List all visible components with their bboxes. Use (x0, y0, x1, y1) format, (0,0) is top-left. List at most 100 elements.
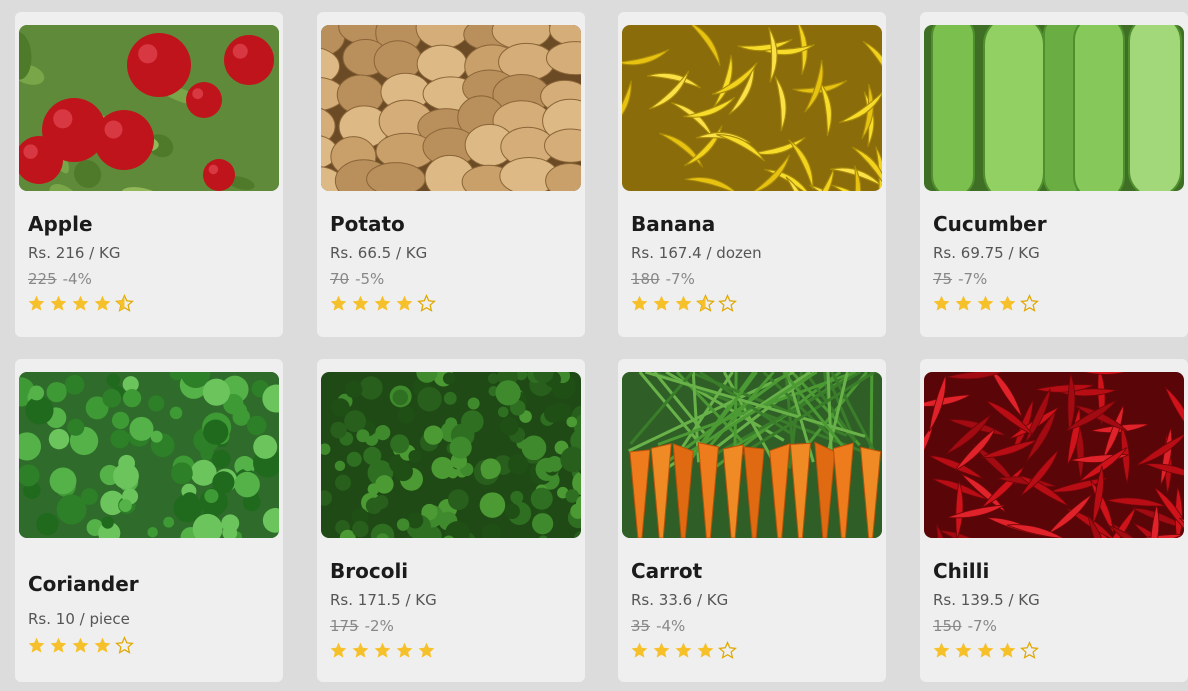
star-full-icon (373, 641, 392, 664)
star-rating (630, 294, 737, 317)
discount-percent: -4% (62, 270, 92, 288)
original-price: 35 (631, 617, 651, 635)
star-full-icon (71, 636, 90, 659)
product-price: Rs. 66.5 / KG (330, 244, 428, 262)
star-full-icon (351, 641, 370, 664)
star-full-icon (49, 636, 68, 659)
star-full-icon (71, 294, 90, 317)
product-card-brocoli[interactable]: Brocoli Rs. 171.5 / KG 175 -2% (317, 359, 585, 682)
original-price: 180 (631, 270, 660, 288)
discount-percent: -7% (958, 270, 988, 288)
star-rating (27, 294, 134, 317)
carrot-image[interactable] (622, 372, 882, 538)
original-price-row: 70 -5% (330, 270, 384, 288)
star-full-icon (954, 294, 973, 317)
original-price: 70 (330, 270, 350, 288)
star-full-icon (998, 641, 1017, 664)
star-full-icon (417, 641, 436, 664)
star-rating (329, 641, 436, 664)
discount-percent: -7% (665, 270, 695, 288)
star-full-icon (329, 294, 348, 317)
star-rating (630, 641, 737, 664)
star-full-icon (395, 294, 414, 317)
discount-percent: -4% (656, 617, 686, 635)
star-full-icon (27, 636, 46, 659)
original-price-row: 35 -4% (631, 617, 685, 635)
product-price: Rs. 69.75 / KG (933, 244, 1040, 262)
cucumber-image[interactable] (924, 25, 1184, 191)
product-card-carrot[interactable]: Carrot Rs. 33.6 / KG 35 -4% (618, 359, 886, 682)
star-full-icon (696, 641, 715, 664)
star-full-icon (674, 294, 693, 317)
coriander-image[interactable] (19, 372, 279, 538)
star-full-icon (93, 294, 112, 317)
product-price: Rs. 167.4 / dozen (631, 244, 762, 262)
original-price: 225 (28, 270, 57, 288)
star-full-icon (998, 294, 1017, 317)
star-empty-icon (1020, 294, 1039, 317)
star-full-icon (932, 294, 951, 317)
product-card-potato[interactable]: Potato Rs. 66.5 / KG 70 -5% (317, 12, 585, 337)
product-name[interactable]: Banana (631, 212, 715, 236)
star-full-icon (652, 641, 671, 664)
star-full-icon (674, 641, 693, 664)
star-empty-icon (115, 636, 134, 659)
product-name[interactable]: Chilli (933, 559, 989, 583)
star-half-icon (115, 294, 134, 317)
star-full-icon (395, 641, 414, 664)
star-full-icon (630, 641, 649, 664)
product-name[interactable]: Apple (28, 212, 93, 236)
star-full-icon (976, 294, 995, 317)
potato-image[interactable] (321, 25, 581, 191)
star-full-icon (652, 294, 671, 317)
original-price-row: 75 -7% (933, 270, 987, 288)
star-full-icon (93, 636, 112, 659)
product-name[interactable]: Potato (330, 212, 405, 236)
product-grid: Apple Rs. 216 / KG 225 -4% Potato Rs. 66.… (0, 0, 1188, 691)
product-price: Rs. 10 / piece (28, 610, 130, 628)
product-price: Rs. 33.6 / KG (631, 591, 729, 609)
star-rating (932, 294, 1039, 317)
star-rating (329, 294, 436, 317)
discount-percent: -2% (364, 617, 394, 635)
star-rating (932, 641, 1039, 664)
product-card-cucumber[interactable]: Cucumber Rs. 69.75 / KG 75 -7% (920, 12, 1188, 337)
product-price: Rs. 171.5 / KG (330, 591, 437, 609)
product-price: Rs. 216 / KG (28, 244, 121, 262)
banana-image[interactable] (622, 25, 882, 191)
star-empty-icon (1020, 641, 1039, 664)
star-full-icon (329, 641, 348, 664)
star-full-icon (954, 641, 973, 664)
original-price: 175 (330, 617, 359, 635)
star-full-icon (49, 294, 68, 317)
product-card-coriander[interactable]: Coriander Rs. 10 / piece (15, 359, 283, 682)
product-card-banana[interactable]: Banana Rs. 167.4 / dozen 180 -7% (618, 12, 886, 337)
star-full-icon (351, 294, 370, 317)
star-empty-icon (718, 294, 737, 317)
star-full-icon (976, 641, 995, 664)
original-price: 75 (933, 270, 953, 288)
product-price: Rs. 139.5 / KG (933, 591, 1040, 609)
original-price: 150 (933, 617, 962, 635)
discount-percent: -5% (355, 270, 385, 288)
original-price-row: 150 -7% (933, 617, 997, 635)
apple-image[interactable] (19, 25, 279, 191)
product-card-chilli[interactable]: Chilli Rs. 139.5 / KG 150 -7% (920, 359, 1188, 682)
discount-percent: -7% (967, 617, 997, 635)
star-full-icon (27, 294, 46, 317)
broccoli-image[interactable] (321, 372, 581, 538)
original-price-row: 175 -2% (330, 617, 394, 635)
product-card-apple[interactable]: Apple Rs. 216 / KG 225 -4% (15, 12, 283, 337)
star-full-icon (932, 641, 951, 664)
product-name[interactable]: Brocoli (330, 559, 408, 583)
product-name[interactable]: Coriander (28, 572, 139, 596)
star-empty-icon (417, 294, 436, 317)
original-price-row: 180 -7% (631, 270, 695, 288)
product-name[interactable]: Carrot (631, 559, 702, 583)
star-empty-icon (718, 641, 737, 664)
chilli-image[interactable] (924, 372, 1184, 538)
star-half-icon (696, 294, 715, 317)
star-full-icon (373, 294, 392, 317)
original-price-row: 225 -4% (28, 270, 92, 288)
product-name[interactable]: Cucumber (933, 212, 1047, 236)
